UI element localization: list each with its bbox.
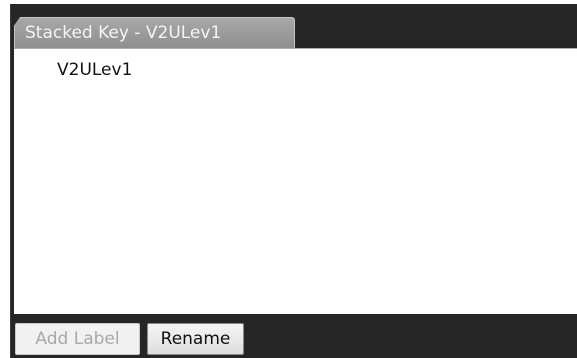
button-bar: Add Label Rename — [11, 314, 577, 358]
rename-button[interactable]: Rename — [147, 323, 244, 355]
tab-stacked-key[interactable]: Stacked Key - V2ULev1 — [14, 17, 295, 48]
stacked-key-panel: Stacked Key - V2ULev1 V2ULev1 Add Label … — [10, 4, 577, 358]
list-item[interactable]: V2ULev1 — [57, 60, 132, 80]
key-list: V2ULev1 — [14, 48, 577, 315]
add-label-button[interactable]: Add Label — [15, 323, 140, 355]
tab-strip: Stacked Key - V2ULev1 — [11, 4, 577, 48]
